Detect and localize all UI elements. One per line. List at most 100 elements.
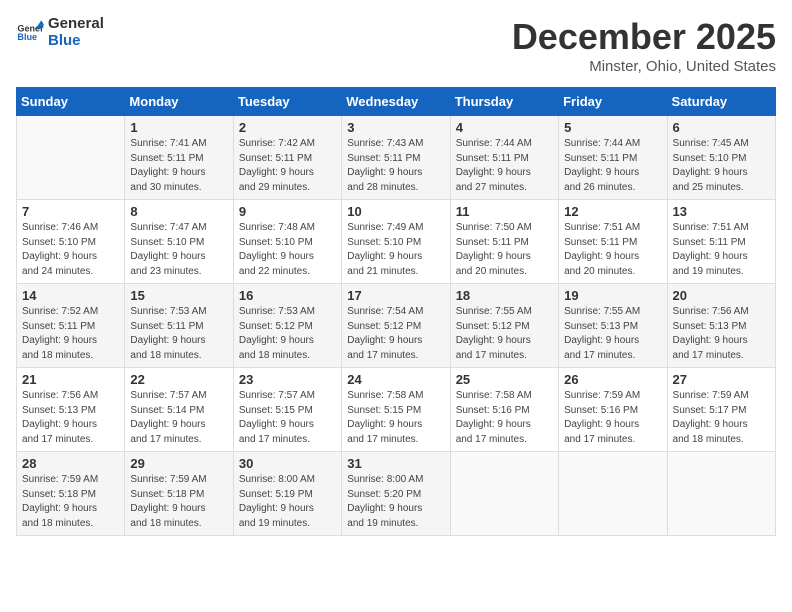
title-area: December 2025 Minster, Ohio, United Stat… — [512, 16, 776, 75]
calendar-week-2: 7 Sunrise: 7:46 AMSunset: 5:10 PMDaylight… — [17, 200, 776, 284]
day-number: 17 — [347, 288, 444, 303]
calendar-cell: 3 Sunrise: 7:43 AMSunset: 5:11 PMDaylight… — [342, 116, 450, 200]
calendar-cell: 20 Sunrise: 7:56 AMSunset: 5:13 PMDayligh… — [667, 284, 775, 368]
day-number: 5 — [564, 120, 661, 135]
day-info: Sunrise: 7:51 AMSunset: 5:11 PMDaylight:… — [673, 221, 770, 279]
calendar-cell: 5 Sunrise: 7:44 AMSunset: 5:11 PMDaylight… — [559, 116, 667, 200]
weekday-sunday: Sunday — [17, 88, 125, 116]
day-number: 22 — [130, 372, 227, 387]
calendar-week-3: 14 Sunrise: 7:52 AMSunset: 5:11 PMDayligh… — [17, 284, 776, 368]
day-number: 12 — [564, 204, 661, 219]
calendar-cell: 21Sunrise: 7:56 AMSunset: 5:13 PMDayligh… — [17, 368, 125, 452]
calendar-cell — [667, 452, 775, 536]
calendar-cell: 8 Sunrise: 7:47 AMSunset: 5:10 PMDaylight… — [125, 200, 233, 284]
logo-blue: Blue — [48, 33, 104, 50]
day-info: Sunrise: 7:58 AMSunset: 5:15 PMDaylight:… — [347, 389, 444, 447]
day-info: Sunrise: 7:44 AMSunset: 5:11 PMDaylight:… — [564, 137, 661, 195]
day-number: 28 — [22, 456, 119, 471]
calendar-cell: 9 Sunrise: 7:48 AMSunset: 5:10 PMDaylight… — [233, 200, 341, 284]
day-info: Sunrise: 7:59 AMSunset: 5:17 PMDaylight:… — [673, 389, 770, 447]
day-info: Sunrise: 7:59 AMSunset: 5:18 PMDaylight:… — [130, 473, 227, 531]
month-title: December 2025 — [512, 16, 776, 58]
calendar-cell — [559, 452, 667, 536]
calendar-cell: 31Sunrise: 8:00 AMSunset: 5:20 PMDayligh… — [342, 452, 450, 536]
logo: General Blue General Blue — [16, 16, 104, 49]
day-info: Sunrise: 7:49 AMSunset: 5:10 PMDaylight:… — [347, 221, 444, 279]
day-number: 27 — [673, 372, 770, 387]
weekday-tuesday: Tuesday — [233, 88, 341, 116]
day-info: Sunrise: 7:52 AMSunset: 5:11 PMDaylight:… — [22, 305, 119, 363]
page-header: General Blue General Blue December 2025 … — [16, 16, 776, 75]
day-info: Sunrise: 7:57 AMSunset: 5:15 PMDaylight:… — [239, 389, 336, 447]
calendar-cell: 26Sunrise: 7:59 AMSunset: 5:16 PMDayligh… — [559, 368, 667, 452]
day-info: Sunrise: 7:47 AMSunset: 5:10 PMDaylight:… — [130, 221, 227, 279]
day-number: 1 — [130, 120, 227, 135]
calendar-cell: 19 Sunrise: 7:55 AMSunset: 5:13 PMDayligh… — [559, 284, 667, 368]
day-info: Sunrise: 7:51 AMSunset: 5:11 PMDaylight:… — [564, 221, 661, 279]
day-number: 9 — [239, 204, 336, 219]
day-info: Sunrise: 7:50 AMSunset: 5:11 PMDaylight:… — [456, 221, 553, 279]
calendar-cell: 30Sunrise: 8:00 AMSunset: 5:19 PMDayligh… — [233, 452, 341, 536]
day-number: 3 — [347, 120, 444, 135]
day-info: Sunrise: 7:56 AMSunset: 5:13 PMDaylight:… — [22, 389, 119, 447]
day-info: Sunrise: 7:43 AMSunset: 5:11 PMDaylight:… — [347, 137, 444, 195]
day-number: 18 — [456, 288, 553, 303]
day-info: Sunrise: 7:46 AMSunset: 5:10 PMDaylight:… — [22, 221, 119, 279]
day-info: Sunrise: 7:42 AMSunset: 5:11 PMDaylight:… — [239, 137, 336, 195]
day-number: 8 — [130, 204, 227, 219]
calendar-week-4: 21Sunrise: 7:56 AMSunset: 5:13 PMDayligh… — [17, 368, 776, 452]
day-number: 20 — [673, 288, 770, 303]
calendar-cell: 23Sunrise: 7:57 AMSunset: 5:15 PMDayligh… — [233, 368, 341, 452]
day-number: 10 — [347, 204, 444, 219]
day-info: Sunrise: 7:59 AMSunset: 5:18 PMDaylight:… — [22, 473, 119, 531]
calendar-cell: 13Sunrise: 7:51 AMSunset: 5:11 PMDayligh… — [667, 200, 775, 284]
calendar-cell: 28 Sunrise: 7:59 AMSunset: 5:18 PMDayligh… — [17, 452, 125, 536]
day-info: Sunrise: 7:56 AMSunset: 5:13 PMDaylight:… — [673, 305, 770, 363]
calendar-cell: 27 Sunrise: 7:59 AMSunset: 5:17 PMDayligh… — [667, 368, 775, 452]
calendar-cell: 2Sunrise: 7:42 AMSunset: 5:11 PMDaylight… — [233, 116, 341, 200]
weekday-friday: Friday — [559, 88, 667, 116]
location-title: Minster, Ohio, United States — [512, 58, 776, 75]
day-number: 14 — [22, 288, 119, 303]
day-number: 24 — [347, 372, 444, 387]
day-number: 15 — [130, 288, 227, 303]
day-info: Sunrise: 7:57 AMSunset: 5:14 PMDaylight:… — [130, 389, 227, 447]
calendar-cell: 25 Sunrise: 7:58 AMSunset: 5:16 PMDayligh… — [450, 368, 558, 452]
day-number: 25 — [456, 372, 553, 387]
day-info: Sunrise: 7:55 AMSunset: 5:13 PMDaylight:… — [564, 305, 661, 363]
day-number: 16 — [239, 288, 336, 303]
weekday-wednesday: Wednesday — [342, 88, 450, 116]
day-number: 11 — [456, 204, 553, 219]
calendar-cell: 18 Sunrise: 7:55 AMSunset: 5:12 PMDayligh… — [450, 284, 558, 368]
svg-text:Blue: Blue — [17, 32, 37, 42]
day-info: Sunrise: 8:00 AMSunset: 5:19 PMDaylight:… — [239, 473, 336, 531]
calendar-cell: 7 Sunrise: 7:46 AMSunset: 5:10 PMDaylight… — [17, 200, 125, 284]
day-info: Sunrise: 7:59 AMSunset: 5:16 PMDaylight:… — [564, 389, 661, 447]
day-info: Sunrise: 7:53 AMSunset: 5:12 PMDaylight:… — [239, 305, 336, 363]
calendar-cell: 17 Sunrise: 7:54 AMSunset: 5:12 PMDayligh… — [342, 284, 450, 368]
day-number: 31 — [347, 456, 444, 471]
calendar-week-5: 28 Sunrise: 7:59 AMSunset: 5:18 PMDayligh… — [17, 452, 776, 536]
calendar-table: SundayMondayTuesdayWednesdayThursdayFrid… — [16, 87, 776, 536]
day-number: 4 — [456, 120, 553, 135]
calendar-cell: 15Sunrise: 7:53 AMSunset: 5:11 PMDayligh… — [125, 284, 233, 368]
calendar-cell — [17, 116, 125, 200]
day-number: 6 — [673, 120, 770, 135]
day-info: Sunrise: 7:54 AMSunset: 5:12 PMDaylight:… — [347, 305, 444, 363]
calendar-cell: 6 Sunrise: 7:45 AMSunset: 5:10 PMDaylight… — [667, 116, 775, 200]
day-info: Sunrise: 7:48 AMSunset: 5:10 PMDaylight:… — [239, 221, 336, 279]
day-info: Sunrise: 7:45 AMSunset: 5:10 PMDaylight:… — [673, 137, 770, 195]
calendar-cell: 24 Sunrise: 7:58 AMSunset: 5:15 PMDayligh… — [342, 368, 450, 452]
weekday-monday: Monday — [125, 88, 233, 116]
weekday-thursday: Thursday — [450, 88, 558, 116]
calendar-cell: 11 Sunrise: 7:50 AMSunset: 5:11 PMDayligh… — [450, 200, 558, 284]
day-info: Sunrise: 7:58 AMSunset: 5:16 PMDaylight:… — [456, 389, 553, 447]
day-number: 7 — [22, 204, 119, 219]
calendar-week-1: 1Sunrise: 7:41 AMSunset: 5:11 PMDaylight… — [17, 116, 776, 200]
calendar-cell: 1Sunrise: 7:41 AMSunset: 5:11 PMDaylight… — [125, 116, 233, 200]
day-number: 19 — [564, 288, 661, 303]
calendar-cell: 22 Sunrise: 7:57 AMSunset: 5:14 PMDayligh… — [125, 368, 233, 452]
calendar-cell: 4 Sunrise: 7:44 AMSunset: 5:11 PMDaylight… — [450, 116, 558, 200]
day-info: Sunrise: 7:44 AMSunset: 5:11 PMDaylight:… — [456, 137, 553, 195]
day-info: Sunrise: 7:55 AMSunset: 5:12 PMDaylight:… — [456, 305, 553, 363]
